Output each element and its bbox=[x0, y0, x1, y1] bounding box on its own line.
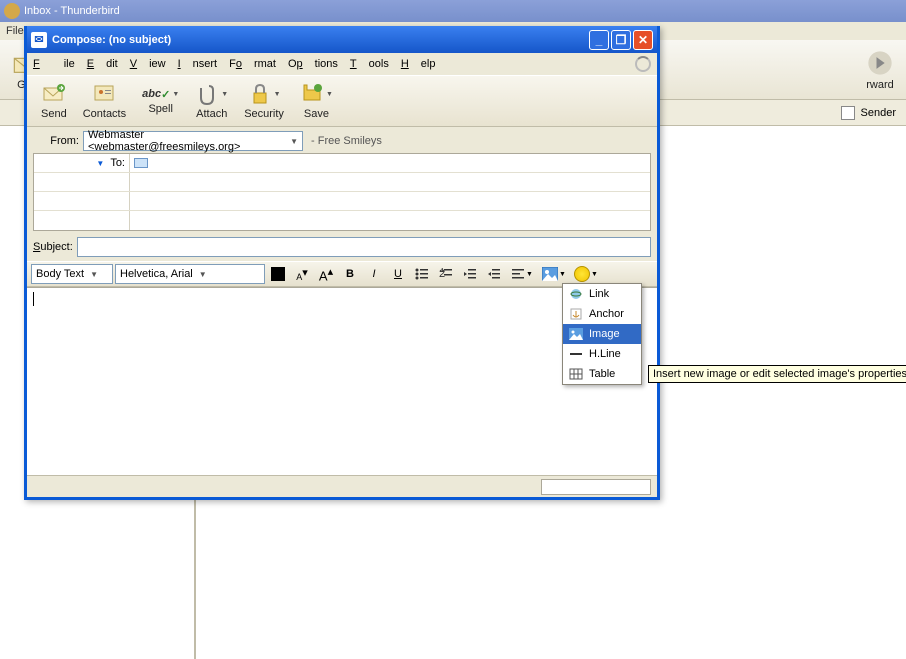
from-label: From: bbox=[33, 135, 79, 147]
addressing-area: From: Webmaster <webmaster@freesmileys.o… bbox=[27, 127, 657, 261]
menu-help[interactable]: Help bbox=[401, 58, 436, 70]
compose-title: Compose: (no subject) bbox=[52, 34, 171, 46]
compose-title-bar[interactable]: ✉ Compose: (no subject) _ ❐ ✕ bbox=[27, 26, 657, 53]
status-box bbox=[541, 479, 651, 495]
insert-dropdown-menu: Link Anchor Image H.Line Table bbox=[562, 283, 642, 385]
chevron-down-icon[interactable]: ▼ bbox=[96, 159, 104, 168]
menu-item-table[interactable]: Table bbox=[563, 364, 641, 384]
chevron-down-icon: ▼ bbox=[290, 137, 298, 146]
minimize-button[interactable]: _ bbox=[589, 30, 609, 50]
menu-item-anchor[interactable]: Anchor bbox=[563, 304, 641, 324]
send-button[interactable]: Send bbox=[35, 80, 73, 122]
recipient-row[interactable] bbox=[34, 173, 650, 192]
lock-icon bbox=[248, 82, 272, 106]
bullet-list-button[interactable] bbox=[411, 264, 433, 284]
close-button[interactable]: ✕ bbox=[633, 30, 653, 50]
insert-object-button[interactable]: ▼ bbox=[539, 264, 569, 284]
attach-button[interactable]: ▼ Attach bbox=[189, 80, 234, 122]
tooltip: Insert new image or edit selected image'… bbox=[648, 365, 906, 383]
save-button[interactable]: ▼ Save bbox=[294, 80, 339, 122]
address-card-icon bbox=[134, 158, 148, 168]
sender-column-label[interactable]: Sender bbox=[861, 107, 896, 119]
recipient-row[interactable] bbox=[34, 211, 650, 230]
bullet-list-icon bbox=[415, 268, 429, 280]
underline-button[interactable]: U bbox=[387, 264, 409, 284]
font-size-decrease-button[interactable]: A▾ bbox=[291, 264, 313, 284]
menu-file[interactable]: File bbox=[33, 58, 75, 70]
menu-file[interactable]: File bbox=[6, 25, 24, 37]
to-label: To: bbox=[110, 157, 125, 169]
maximize-button[interactable]: ❐ bbox=[611, 30, 631, 50]
main-window-title: Inbox - Thunderbird bbox=[24, 5, 120, 17]
forward-button[interactable]: rward bbox=[866, 49, 894, 91]
menu-item-image[interactable]: Image bbox=[563, 324, 641, 344]
compose-toolbar: Send Contacts abc✓▼ Spell ▼ Attach ▼ Sec… bbox=[27, 75, 657, 127]
compose-icon: ✉ bbox=[31, 32, 47, 48]
status-bar bbox=[27, 475, 657, 497]
contacts-icon bbox=[92, 82, 116, 106]
menu-edit[interactable]: Edit bbox=[87, 58, 118, 70]
subject-label: Subject: bbox=[33, 241, 73, 253]
outdent-icon bbox=[463, 268, 477, 280]
align-icon bbox=[511, 268, 525, 280]
attach-icon bbox=[195, 82, 219, 106]
identity-label: - Free Smileys bbox=[311, 135, 382, 147]
save-icon bbox=[300, 82, 324, 106]
from-select[interactable]: Webmaster <webmaster@freesmileys.org> ▼ bbox=[83, 131, 303, 151]
link-icon bbox=[569, 288, 583, 300]
from-value: Webmaster <webmaster@freesmileys.org> bbox=[88, 129, 290, 153]
send-icon bbox=[42, 82, 66, 106]
forward-icon bbox=[866, 49, 894, 77]
thunderbird-icon bbox=[4, 3, 20, 19]
image-icon bbox=[569, 328, 583, 340]
recipient-row[interactable] bbox=[34, 192, 650, 211]
spell-button[interactable]: abc✓▼ Spell bbox=[136, 86, 185, 117]
menu-tools[interactable]: Tools bbox=[350, 58, 389, 70]
compose-window: ✉ Compose: (no subject) _ ❐ ✕ File Edit … bbox=[24, 26, 660, 500]
font-select[interactable]: Helvetica, Arial▼ bbox=[115, 264, 265, 284]
menu-view[interactable]: View bbox=[130, 58, 166, 70]
recipient-grid: ▼ To: bbox=[33, 153, 651, 231]
smiley-icon bbox=[574, 266, 590, 282]
indent-icon bbox=[487, 268, 501, 280]
smiley-button[interactable]: ▼ bbox=[571, 264, 601, 284]
color-swatch-icon bbox=[271, 267, 285, 281]
main-title-bar: Inbox - Thunderbird bbox=[0, 0, 906, 22]
menu-format[interactable]: Format bbox=[229, 58, 276, 70]
sender-toggle-icon[interactable] bbox=[841, 106, 855, 120]
paragraph-select[interactable]: Body Text▼ bbox=[31, 264, 113, 284]
numbered-list-icon: 12 bbox=[439, 268, 453, 280]
image-icon bbox=[542, 267, 558, 281]
security-button[interactable]: ▼ Security bbox=[238, 80, 290, 122]
font-size-increase-button[interactable]: A▴ bbox=[315, 264, 337, 284]
contacts-button[interactable]: Contacts bbox=[77, 80, 132, 122]
recipient-row[interactable]: ▼ To: bbox=[34, 154, 650, 173]
anchor-icon bbox=[569, 308, 583, 320]
numbered-list-button[interactable]: 12 bbox=[435, 264, 457, 284]
indent-button[interactable] bbox=[483, 264, 505, 284]
outdent-button[interactable] bbox=[459, 264, 481, 284]
italic-button[interactable]: I bbox=[363, 264, 385, 284]
text-color-button[interactable] bbox=[267, 264, 289, 284]
compose-menu-bar: File Edit View Insert Format Options Too… bbox=[27, 53, 657, 75]
hline-icon bbox=[569, 348, 583, 360]
menu-options[interactable]: Options bbox=[288, 58, 338, 70]
align-button[interactable]: ▼ bbox=[507, 264, 537, 284]
bold-button[interactable]: B bbox=[339, 264, 361, 284]
throbber-icon bbox=[635, 56, 651, 72]
recipient-input[interactable] bbox=[130, 154, 650, 172]
menu-item-hline[interactable]: H.Line bbox=[563, 344, 641, 364]
menu-item-link[interactable]: Link bbox=[563, 284, 641, 304]
text-cursor bbox=[33, 292, 34, 306]
table-icon bbox=[569, 368, 583, 380]
subject-input[interactable] bbox=[77, 237, 651, 257]
menu-insert[interactable]: Insert bbox=[178, 58, 218, 70]
